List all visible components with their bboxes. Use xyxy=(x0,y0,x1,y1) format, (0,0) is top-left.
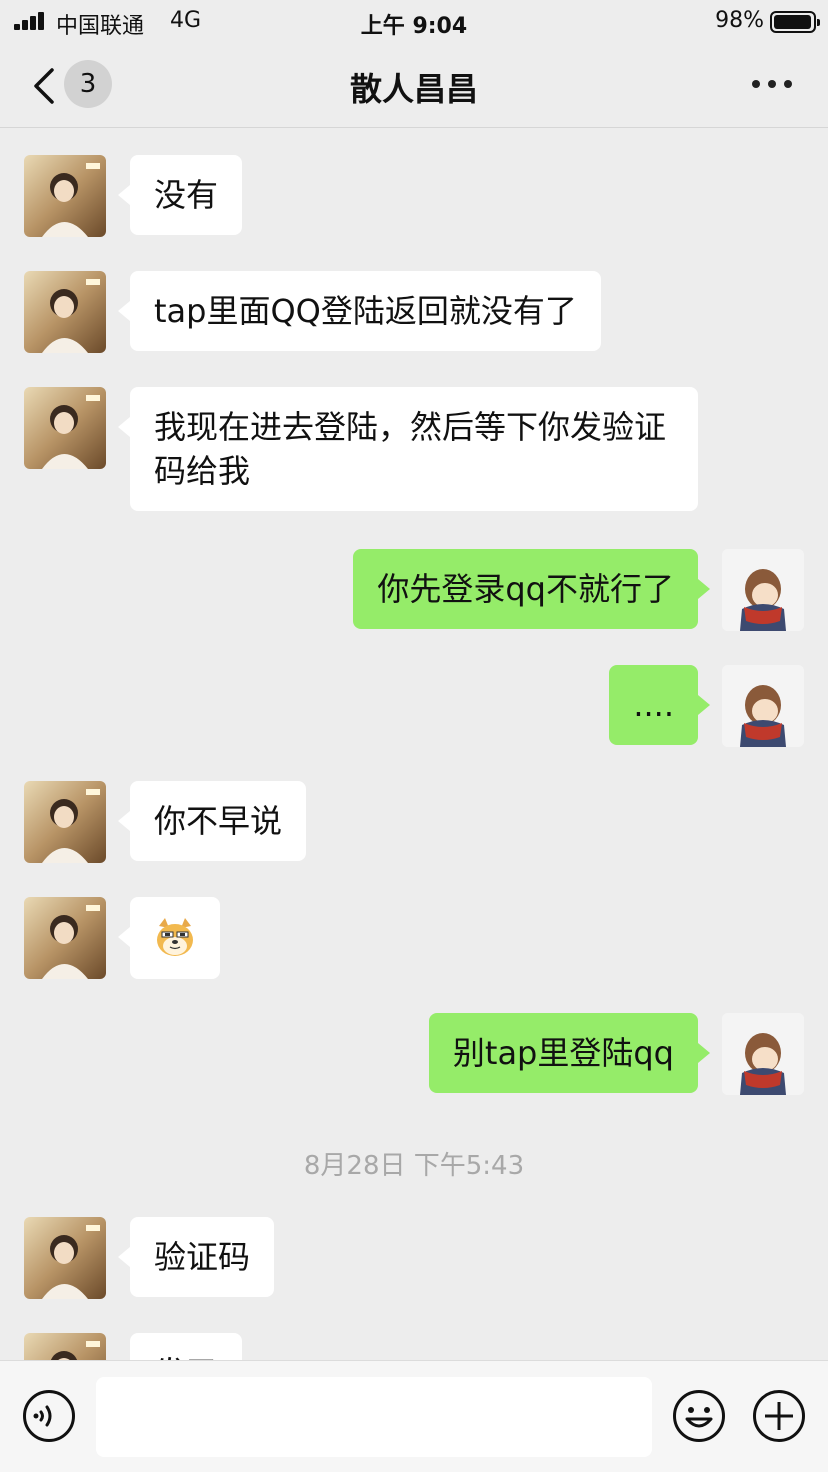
message-bubble-incoming[interactable]: 你不早说 xyxy=(117,781,307,861)
message-bubble-incoming[interactable] xyxy=(118,897,220,979)
message-bubble-incoming[interactable]: tap里面QQ登陆返回就没有了 xyxy=(118,271,601,351)
status-time: 上午 9:04 xyxy=(360,14,468,39)
message-bubble-outgoing[interactable]: 你先登录qq不就行了 xyxy=(353,549,710,629)
contact-avatar[interactable] xyxy=(24,155,106,237)
battery-percent: 98% xyxy=(715,8,764,33)
contact-avatar[interactable] xyxy=(24,781,106,863)
contact-avatar[interactable] xyxy=(24,271,106,353)
time-divider: 8月28日 下午5:43 xyxy=(303,1151,525,1181)
message-input[interactable] xyxy=(96,1377,652,1457)
message-bubble-incoming[interactable]: 验证码 xyxy=(117,1217,275,1297)
plus-icon[interactable] xyxy=(752,1389,806,1443)
voice-input-icon[interactable] xyxy=(22,1389,76,1443)
contact-avatar[interactable] xyxy=(24,1333,106,1360)
message-bubble-incoming[interactable]: 没有 xyxy=(117,155,243,235)
message-bubble-incoming[interactable]: 我现在进去登陆，然后等下你发验证码给我 xyxy=(118,387,698,511)
battery-icon xyxy=(770,11,820,33)
emoji-icon[interactable] xyxy=(672,1389,726,1443)
status-bar: 中国联通 4G 上午 9:04 98% xyxy=(0,0,828,44)
my-avatar[interactable] xyxy=(722,549,804,631)
more-dots-icon[interactable] xyxy=(752,80,792,90)
my-avatar[interactable] xyxy=(722,1013,804,1095)
chat-header: 3 散人昌昌 xyxy=(0,44,828,128)
message-bubble-incoming[interactable]: 发了 xyxy=(130,1333,243,1360)
contact-avatar[interactable] xyxy=(24,1217,106,1299)
input-toolbar xyxy=(0,1360,828,1472)
message-list[interactable]: 没有 tap里面QQ登陆返回就没有了 我现在进去登陆，然后等下你发验证码给我 你… xyxy=(0,129,828,1360)
message-bubble-outgoing[interactable]: 别tap里登陆qq xyxy=(428,1013,711,1093)
message-bubble-outgoing[interactable]: .... xyxy=(609,665,710,745)
chat-title: 散人昌昌 xyxy=(349,70,478,108)
contact-avatar[interactable] xyxy=(24,897,106,979)
doge-emoji-icon xyxy=(157,918,193,956)
my-avatar[interactable] xyxy=(722,665,804,747)
contact-avatar[interactable] xyxy=(24,387,106,469)
